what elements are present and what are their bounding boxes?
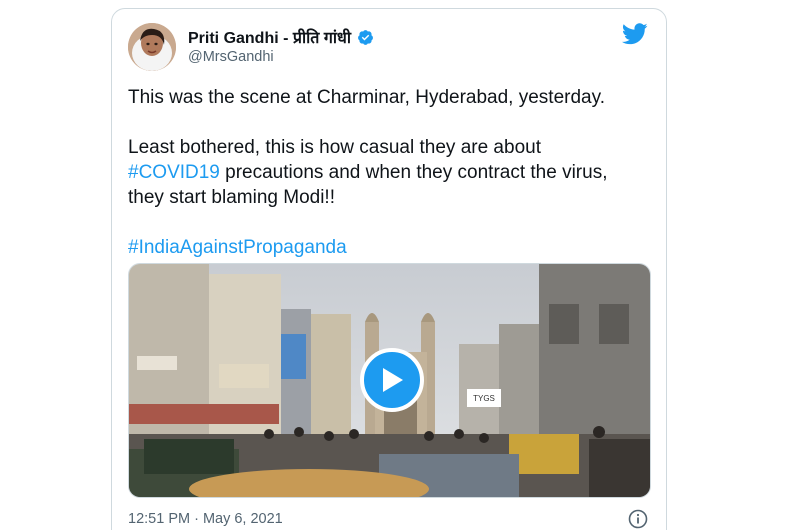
tweet-line-3-text: precautions and when they contract the v…	[219, 162, 608, 183]
display-name[interactable]: Priti Gandhi - प्रीति गांधी	[188, 26, 351, 48]
author-handle[interactable]: @MrsGandhi	[188, 49, 274, 65]
author-name-row[interactable]: Priti Gandhi - प्रीति गांधी	[188, 26, 374, 48]
tweet-timestamp[interactable]: 12:51 PM · May 6, 2021	[128, 511, 283, 527]
avatar[interactable]	[128, 23, 176, 71]
tweet-line-5: #IndiaAgainstPropaganda	[128, 235, 658, 260]
twitter-bird-icon[interactable]	[621, 23, 648, 45]
play-button[interactable]	[360, 348, 424, 412]
tweet-line-2: Least bothered, this is how casual they …	[128, 135, 658, 160]
video-media[interactable]: TYGS	[128, 263, 651, 498]
tweet-line-3: #COVID19 precautions and when they contr…	[128, 160, 658, 185]
info-icon[interactable]	[628, 509, 648, 529]
tweet-line-4: they start blaming Modi!!	[128, 187, 335, 208]
tweet-card: Priti Gandhi - प्रीति गांधी @MrsGandhi T…	[111, 8, 667, 530]
hashtag-covid19[interactable]: #COVID19	[128, 162, 220, 183]
verified-badge-icon	[357, 29, 374, 46]
play-icon	[383, 368, 403, 392]
tweet-line-2-text: Least bothered, this is how casual they …	[128, 137, 541, 158]
hashtag-india-against-propaganda[interactable]: #IndiaAgainstPropaganda	[128, 237, 347, 258]
tweet-line-1: This was the scene at Charminar, Hyderab…	[128, 87, 605, 108]
shop-sign-text: TYGS	[473, 394, 495, 403]
tweet-text: This was the scene at Charminar, Hyderab…	[128, 85, 658, 260]
avatar-image	[128, 23, 176, 71]
